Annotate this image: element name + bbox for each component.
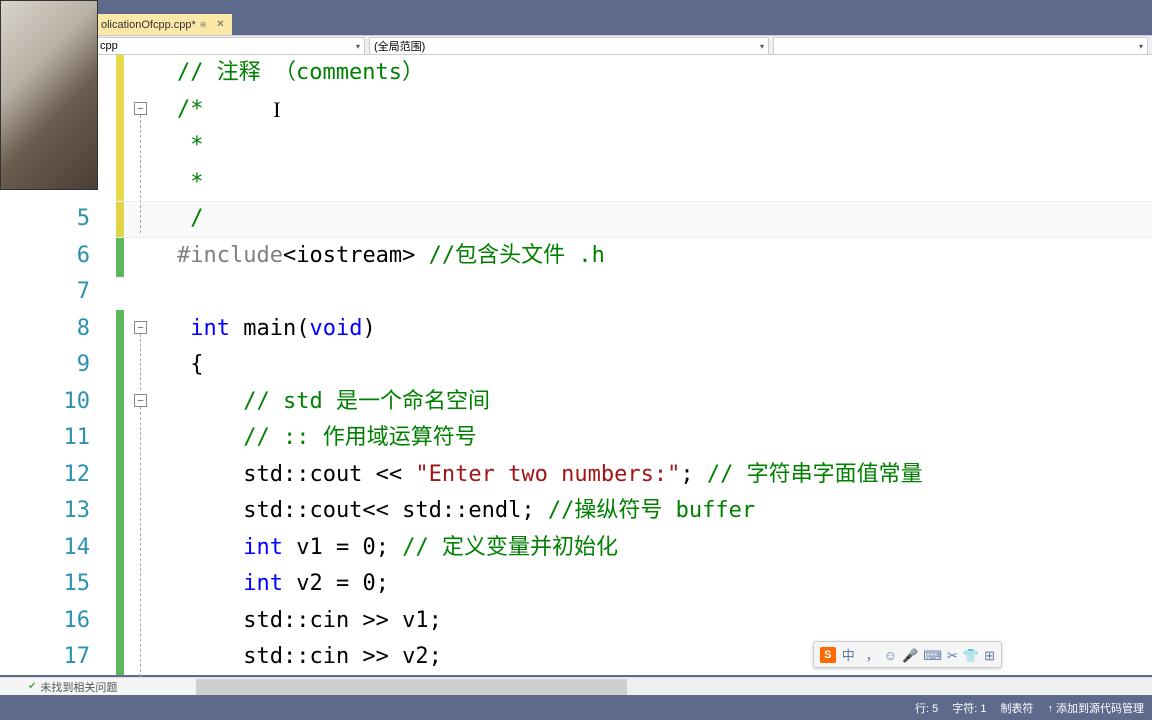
ok-icon: ✔ bbox=[28, 681, 36, 692]
token: std::cout << bbox=[177, 457, 415, 494]
code-line[interactable]: int v2 = 0; bbox=[177, 566, 1152, 603]
token: { bbox=[177, 347, 204, 384]
token bbox=[177, 530, 243, 567]
line-number: 12 bbox=[0, 457, 90, 494]
line-number: 16 bbox=[0, 603, 90, 640]
ime-logo-icon[interactable]: S bbox=[820, 647, 836, 663]
token: void bbox=[309, 311, 362, 348]
close-icon[interactable]: ✕ bbox=[214, 19, 226, 31]
token: //操纵符号 buffer bbox=[548, 493, 755, 530]
token bbox=[177, 566, 243, 603]
token bbox=[177, 311, 190, 348]
status-char[interactable]: 字符: 1 bbox=[952, 700, 986, 716]
token: int bbox=[243, 566, 283, 603]
issues-text: 未找到相关问题 bbox=[40, 679, 117, 695]
token: * bbox=[177, 165, 204, 202]
code-line[interactable]: int v1 = 0; // 定义变量并初始化 bbox=[177, 530, 1152, 567]
current-line-highlight bbox=[115, 201, 1152, 238]
token: v2 = 0; bbox=[283, 566, 389, 603]
line-number: 14 bbox=[0, 530, 90, 567]
line-number: 8 bbox=[0, 311, 90, 348]
member-dropdown[interactable] bbox=[773, 37, 1148, 55]
token: v1 = 0; bbox=[283, 530, 402, 567]
dropdown-value: cpp bbox=[100, 40, 118, 52]
line-number: 15 bbox=[0, 566, 90, 603]
status-bar: 行: 5 字符: 1 制表符 ↑ 添加到源代码管理 bbox=[0, 696, 1152, 720]
ime-toolbar[interactable]: S 中 ， ☺ 🎤 ⌨ ✂ 👕 ⊞ bbox=[813, 641, 1002, 668]
dropdown-value: (全局范围) bbox=[374, 38, 425, 54]
code-line[interactable] bbox=[177, 274, 1152, 311]
line-number: 7 bbox=[0, 274, 90, 311]
code-line[interactable]: /* I bbox=[177, 92, 1152, 129]
token: // std 是一个命名空间 bbox=[243, 384, 490, 421]
token: int bbox=[243, 530, 283, 567]
token: #include bbox=[177, 238, 283, 275]
token: // 定义变量并初始化 bbox=[402, 530, 618, 567]
code-editor[interactable]: 567891011121314151617 −−− // 注释 （comment… bbox=[0, 55, 1152, 675]
ime-tool-icon[interactable]: ⊞ bbox=[984, 648, 995, 663]
line-number: 6 bbox=[0, 238, 90, 275]
scope-dropdown[interactable]: (全局范围) bbox=[369, 37, 769, 55]
code-line[interactable]: // 注释 （comments） bbox=[177, 55, 1152, 92]
token: std::cin >> v2; bbox=[177, 639, 442, 676]
code-line[interactable]: std::cin >> v2; bbox=[177, 639, 1152, 676]
line-number: 10 bbox=[0, 384, 90, 421]
line-number: 11 bbox=[0, 420, 90, 457]
scrollbar-thumb[interactable] bbox=[196, 679, 627, 695]
ime-tool-icon[interactable]: ☺ bbox=[884, 648, 897, 663]
ime-lang[interactable]: 中 bbox=[842, 645, 855, 664]
token: std::cout<< std::endl; bbox=[177, 493, 548, 530]
webcam-overlay bbox=[0, 0, 98, 190]
code-line[interactable]: std::cout << "Enter two numbers:"; // 字符… bbox=[177, 457, 1152, 494]
line-number: 13 bbox=[0, 493, 90, 530]
ime-tool-icon[interactable]: 🎤 bbox=[902, 648, 918, 663]
tab-title: olicationOfcpp.cpp* bbox=[101, 19, 196, 31]
token: * bbox=[177, 128, 204, 165]
document-tab[interactable]: olicationOfcpp.cpp* ⊕ ✕ bbox=[95, 14, 232, 35]
document-tab-bar: olicationOfcpp.cpp* ⊕ ✕ bbox=[0, 14, 1152, 35]
token: main( bbox=[230, 311, 309, 348]
token: //包含头文件 .h bbox=[415, 238, 604, 275]
token: // 注释 （comments） bbox=[177, 55, 424, 92]
ime-tool-icon[interactable]: ⌨ bbox=[923, 648, 942, 663]
ime-tool-icon[interactable]: ✂ bbox=[947, 648, 958, 663]
token: std::cin >> v1; bbox=[177, 603, 442, 640]
ime-tool-icon[interactable]: ， bbox=[866, 648, 879, 663]
token bbox=[177, 420, 243, 457]
horizontal-scrollbar[interactable] bbox=[195, 677, 1152, 695]
code-line[interactable]: #include<iostream> //包含头文件 .h bbox=[177, 238, 1152, 275]
text-caret: I bbox=[273, 92, 280, 129]
pin-icon[interactable]: ⊕ bbox=[200, 20, 207, 29]
token: // :: 作用域运算符号 bbox=[243, 420, 476, 457]
ime-tool-icon[interactable]: 👕 bbox=[963, 648, 979, 663]
token: ) bbox=[362, 311, 375, 348]
token bbox=[177, 384, 243, 421]
line-number: 5 bbox=[0, 201, 90, 238]
code-line[interactable]: int main(void) bbox=[177, 311, 1152, 348]
code-line[interactable]: * bbox=[177, 165, 1152, 202]
code-line[interactable]: * bbox=[177, 128, 1152, 165]
code-line[interactable]: // :: 作用域运算符号 bbox=[177, 420, 1152, 457]
status-line[interactable]: 行: 5 bbox=[915, 700, 938, 716]
navigation-bar: cpp (全局范围) bbox=[0, 35, 1152, 55]
status-mode[interactable]: 制表符 bbox=[1000, 700, 1033, 716]
code-line[interactable]: { bbox=[177, 347, 1152, 384]
line-number: 17 bbox=[0, 639, 90, 676]
code-line[interactable]: std::cin >> v1; bbox=[177, 603, 1152, 640]
line-number: 9 bbox=[0, 347, 90, 384]
code-line[interactable]: // std 是一个命名空间 bbox=[177, 384, 1152, 421]
token: // 字符串字面值常量 bbox=[707, 457, 923, 494]
project-dropdown[interactable]: cpp bbox=[95, 37, 365, 55]
code-content[interactable]: // 注释 （comments）/* I * * /#include<iostr… bbox=[115, 55, 1152, 675]
token: /* bbox=[177, 92, 243, 129]
token: "Enter two numbers:" bbox=[415, 457, 680, 494]
token: ; bbox=[680, 457, 707, 494]
status-scm[interactable]: ↑ 添加到源代码管理 bbox=[1047, 700, 1144, 716]
token: <iostream> bbox=[283, 238, 415, 275]
token: int bbox=[190, 311, 230, 348]
issues-panel[interactable]: ✔ 未找到相关问题 bbox=[0, 677, 195, 695]
code-line[interactable]: std::cout<< std::endl; //操纵符号 buffer bbox=[177, 493, 1152, 530]
titlebar-spacer bbox=[0, 0, 1152, 14]
